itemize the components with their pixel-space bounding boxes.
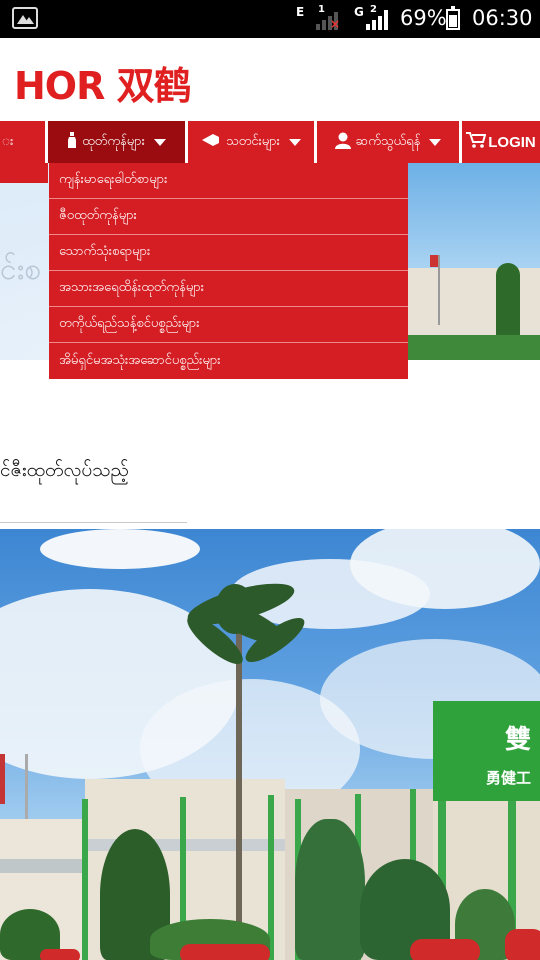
battery-icon [446,6,460,30]
dropdown-item-personal-care[interactable]: တကိုယ်ရည်သန့်စင်ပစ္စည်းများ [49,307,408,343]
nav-label-news: သတင်းများ [226,133,280,149]
nav-item-login[interactable]: LOGIN [462,121,540,163]
factory-sign-main: 雙 [505,725,532,755]
nav-item-products[interactable]: ထုတ်ကုန်များ [48,121,185,163]
hero-caption: င်းစ [0,252,42,287]
nav-label-login: LOGIN [488,133,536,151]
gallery-icon [12,7,38,29]
main-nav: း ထုတ်ကုန်များ သတင်းများ ဆက်သွယ်ရန် LOGI… [0,121,540,163]
status-bar: E 1 × G 2 69% 06:30 [0,0,540,38]
nav-item-previous[interactable]: း [0,121,45,163]
cart-icon [466,132,487,152]
megaphone-icon [201,134,221,150]
products-dropdown-menu: ကျန်းမာရေးဓါတ်စာများ ဇီဝထုတ်ကုန်များ သော… [49,163,408,379]
nav-label-contact: ဆက်သွယ်ရန် [355,133,421,149]
dropdown-item-skincare[interactable]: အသားအရေထိန်းထုတ်ကုန်များ [49,271,408,307]
dropdown-item-household[interactable]: အိမ်ရှင်မအသုံးအဆောင်ပစ္စည်းများ [49,343,408,379]
clock: 06:30 [472,6,533,30]
signal-sim2-icon: G 2 [352,0,392,38]
nav-item-news[interactable]: သတင်းများ [188,121,314,163]
battery-percent: 69% [400,6,447,30]
site-logo[interactable]: HOR 双鹤 [14,55,192,110]
section-heading: င်ဇီးထုတ်လုပ်သည့် [0,459,129,481]
site-header: HOR 双鹤 [0,38,540,120]
dropdown-item-beverages[interactable]: သောက်သုံးစရာများ [49,235,408,271]
bottle-icon [67,132,77,152]
nav-label-products: ထုတ်ကုန်များ [82,133,145,149]
caret-down-icon [153,138,166,146]
person-icon [334,132,351,153]
factory-photo: 雙 勇健工 [0,529,540,960]
dropdown-item-bio-products[interactable]: ဇီဝထုတ်ကုန်များ [49,199,408,235]
caret-down-icon [288,138,301,146]
nav-item-contact[interactable]: ဆက်သွယ်ရန် [317,121,459,163]
factory-sign-sub: 勇健工 [486,769,532,787]
divider [0,522,187,523]
caret-down-icon [429,138,442,146]
signal-sim1-icon: E 1 × [296,4,341,31]
dropdown-item-health-food[interactable]: ကျန်းမာရေးဓါတ်စာများ [49,163,408,199]
